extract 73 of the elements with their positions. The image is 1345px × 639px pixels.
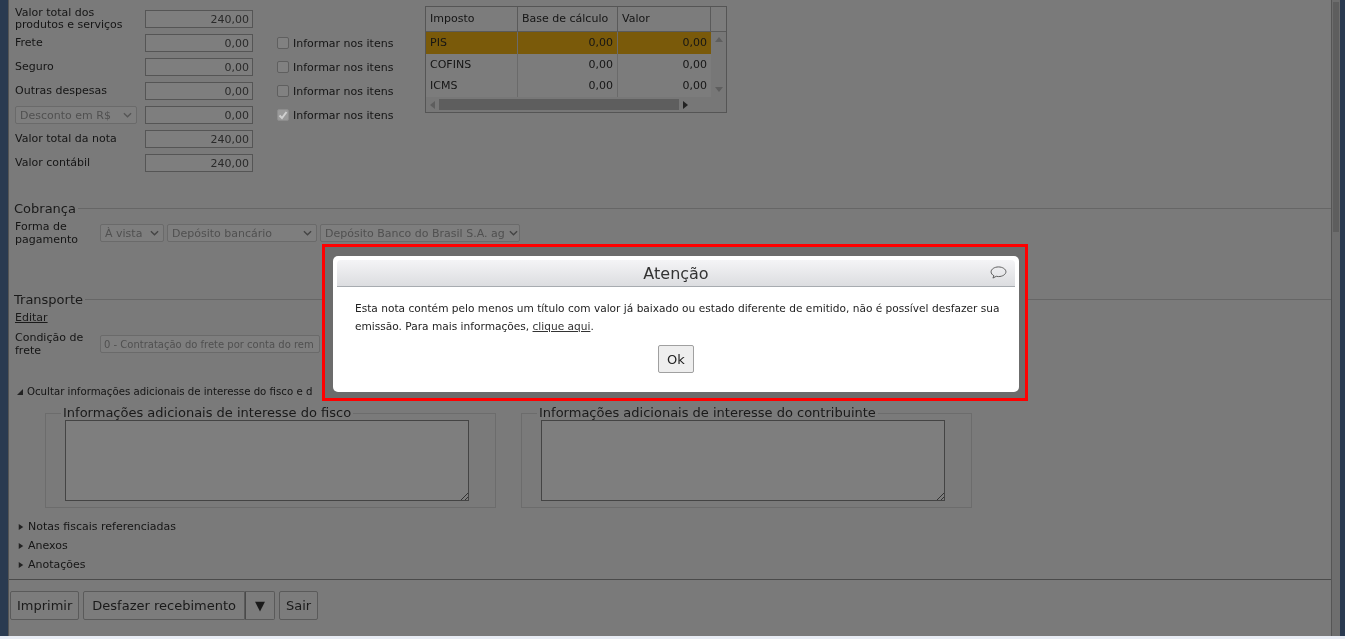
section-toggle[interactable]: Notas fiscais referenciadas xyxy=(18,520,176,533)
checkbox-label: Informar nos itens xyxy=(293,84,394,98)
resize-grip-icon[interactable] xyxy=(460,492,468,500)
amount-field[interactable]: 240,00 xyxy=(145,10,253,28)
triangle-icon xyxy=(18,523,24,530)
chevron-icon xyxy=(150,230,159,236)
text-area[interactable] xyxy=(65,420,469,501)
table-row[interactable]: PIS 0,00 0,00 xyxy=(426,32,711,54)
table-cell: 0,00 xyxy=(518,53,618,75)
fieldset-legend: Informações adicionais de interesse do fisco xyxy=(61,405,354,420)
action-button[interactable]: Sair xyxy=(279,591,319,620)
table-cell: PIS xyxy=(426,32,518,54)
table-cell: COFINS xyxy=(426,53,518,75)
chevron-icon xyxy=(123,112,132,118)
field-label: Forma de pagamento xyxy=(15,220,79,246)
field-label: Seguro xyxy=(15,61,55,73)
action-button[interactable]: Desfazer recebimento xyxy=(83,591,245,620)
chevron-icon xyxy=(303,230,312,236)
vertical-scrollbar[interactable] xyxy=(711,32,726,97)
scroll-down-icon[interactable] xyxy=(714,87,723,92)
checkbox[interactable] xyxy=(277,61,289,73)
speech-bubble-icon[interactable] xyxy=(990,266,1007,279)
table-cell: 0,00 xyxy=(518,75,618,97)
checkbox-label: Informar nos itens xyxy=(293,60,394,74)
action-button[interactable]: Imprimir xyxy=(10,591,80,620)
checkbox[interactable] xyxy=(277,85,289,97)
dialog-message: Esta nota contém pelo menos um título com valor já baixado ou estado diferente de emitido, não é possível desfazer sua emissão. Para mais informações, clique aqui. xyxy=(355,301,1001,334)
field-label: Outras despesas xyxy=(15,85,108,97)
section-toggle[interactable]: Anotações xyxy=(18,558,86,571)
field-label: Valor contábil xyxy=(15,157,92,169)
triangle-icon xyxy=(18,542,24,549)
section-toggle[interactable]: Anexos xyxy=(18,539,68,552)
amount-field[interactable]: 0,00 xyxy=(145,106,253,124)
amount-field[interactable]: 0,00 xyxy=(145,34,253,52)
table-cell: 0,00 xyxy=(518,32,618,54)
field-label: Valor total da nota xyxy=(15,133,118,145)
edit-link[interactable]: Editar xyxy=(15,311,48,324)
field-label: Valor total dos produtos e serviços xyxy=(15,7,124,31)
table-cell-text: 0,00 xyxy=(681,56,708,73)
checkbox[interactable] xyxy=(277,37,289,49)
horizontal-scrollbar[interactable] xyxy=(426,97,726,112)
chevron-icon xyxy=(508,230,518,236)
text-area[interactable] xyxy=(541,420,945,501)
scroll-left-icon[interactable] xyxy=(430,100,435,109)
amount-field[interactable]: 240,00 xyxy=(145,130,253,148)
triangle-icon xyxy=(17,388,23,395)
column-header[interactable]: Imposto xyxy=(426,7,518,31)
dropdown-button[interactable]: ▼ xyxy=(245,591,275,620)
page-scrollbar[interactable] xyxy=(1333,2,1339,232)
table-cell: ICMS xyxy=(426,75,518,97)
table-cell-text: 0,00 xyxy=(681,35,708,52)
table-cell-text: 0,00 xyxy=(681,78,708,95)
checkbox-label: Informar nos itens xyxy=(293,36,394,50)
section-toggle[interactable]: Ocultar informações adicionais de interesse do fisco e d xyxy=(17,386,313,397)
checkbox-label: Informar nos itens xyxy=(293,108,394,122)
column-header[interactable]: Base de cálculo xyxy=(518,7,618,31)
scroll-right-icon[interactable] xyxy=(683,100,688,109)
scroll-up-icon[interactable] xyxy=(714,37,723,42)
ok-button[interactable]: Ok xyxy=(658,345,694,373)
amount-field[interactable]: 0,00 xyxy=(145,82,253,100)
amount-field[interactable]: 0,00 xyxy=(145,58,253,76)
amount-field[interactable]: 240,00 xyxy=(145,154,253,172)
section-legend: Cobrança xyxy=(12,201,78,216)
section-legend: Transporte xyxy=(12,292,85,307)
triangle-icon xyxy=(18,561,24,568)
table-row[interactable]: COFINS 0,00 0,00 xyxy=(426,53,711,75)
field-label: Frete xyxy=(15,37,44,49)
dialog-title: Atenção xyxy=(643,263,709,283)
table-row[interactable]: ICMS 0,00 0,00 xyxy=(426,75,711,97)
resize-grip-icon[interactable] xyxy=(936,492,944,500)
column-header[interactable]: Valor xyxy=(618,7,711,31)
fieldset-legend: Informações adicionais de interesse do contribuinte xyxy=(537,405,878,420)
field-label: Condição de frete xyxy=(15,331,85,357)
